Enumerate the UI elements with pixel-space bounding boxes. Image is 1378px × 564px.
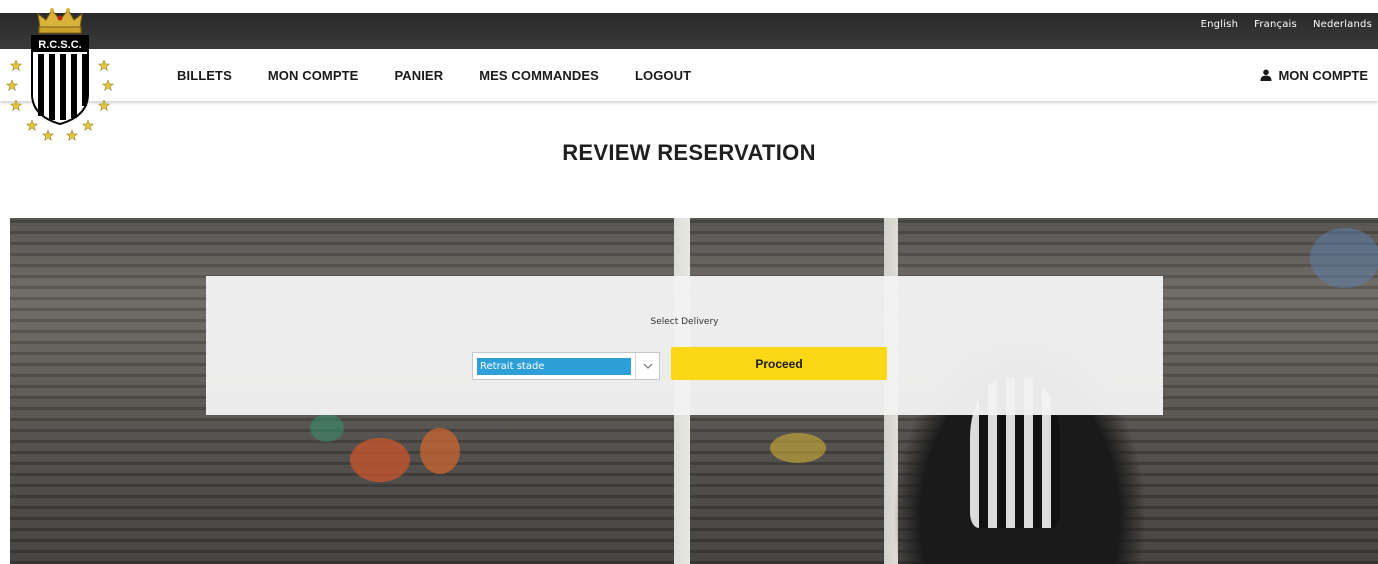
delivery-select-value: Retrait stade xyxy=(477,358,631,375)
nav-item-logout[interactable]: LOGOUT xyxy=(635,68,691,83)
language-nederlands[interactable]: Nederlands xyxy=(1313,19,1372,30)
nav-item-mes-commandes[interactable]: MES COMMANDES xyxy=(479,68,599,83)
nav-menu: BILLETS MON COMPTE PANIER MES COMMANDES … xyxy=(177,49,691,101)
hero-detail xyxy=(1310,228,1378,288)
account-link[interactable]: MON COMPTE xyxy=(1260,49,1368,101)
delivery-panel: Select Delivery Retrait stade Proceed xyxy=(206,276,1163,415)
page-title: REVIEW RESERVATION xyxy=(562,140,816,165)
proceed-button[interactable]: Proceed xyxy=(671,347,887,380)
hero-detail xyxy=(770,433,826,463)
hero-detail xyxy=(310,414,344,442)
delivery-label: Select Delivery xyxy=(650,317,719,327)
language-francais[interactable]: Français xyxy=(1254,19,1297,30)
club-logo[interactable]: R.C.S.C. xyxy=(4,6,116,144)
user-icon xyxy=(1260,69,1272,81)
nav-item-panier[interactable]: PANIER xyxy=(394,68,443,83)
logo-text: R.C.S.C. xyxy=(38,39,81,51)
hero-detail xyxy=(420,428,460,474)
nav-item-mon-compte[interactable]: MON COMPTE xyxy=(268,68,359,83)
main-navigation: BILLETS MON COMPTE PANIER MES COMMANDES … xyxy=(0,49,1378,101)
delivery-select[interactable]: Retrait stade xyxy=(472,352,660,380)
page: English Français Nederlands BILLETS MON … xyxy=(0,0,1378,564)
account-label: MON COMPTE xyxy=(1278,67,1368,83)
chevron-down-icon[interactable] xyxy=(635,353,659,379)
language-switcher: English Français Nederlands xyxy=(1201,19,1372,30)
nav-item-billets[interactable]: BILLETS xyxy=(177,68,232,83)
language-english[interactable]: English xyxy=(1201,19,1239,30)
crown-icon xyxy=(37,8,83,34)
hero-detail xyxy=(350,438,410,482)
language-bar: English Français Nederlands xyxy=(0,13,1378,49)
